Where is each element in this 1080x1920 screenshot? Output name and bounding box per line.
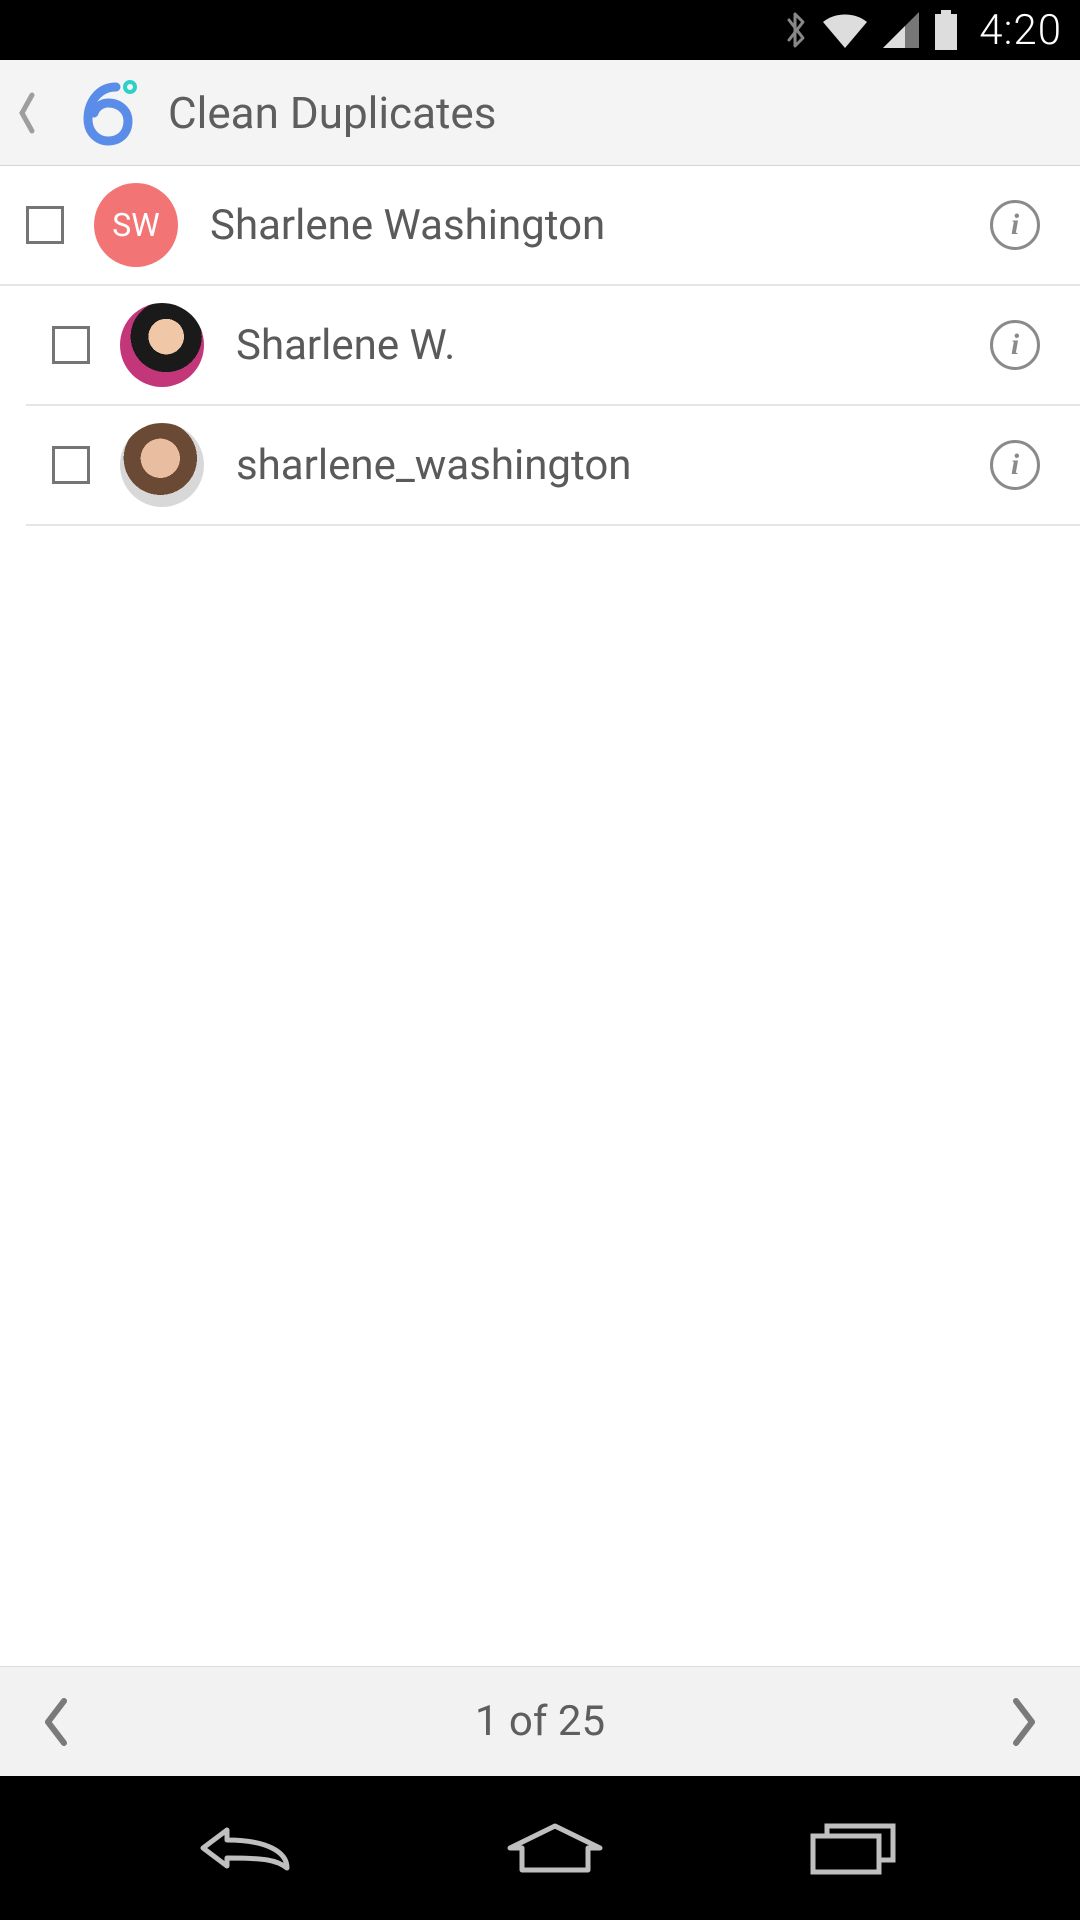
- app-bar: Clean Duplicates: [0, 60, 1080, 166]
- info-icon[interactable]: i: [990, 200, 1040, 250]
- nav-home-icon[interactable]: [500, 1818, 610, 1878]
- pager: 1 of 25: [0, 1666, 1080, 1776]
- contact-row[interactable]: SW Sharlene Washington i: [0, 166, 1080, 286]
- clock: 4:20: [979, 6, 1062, 55]
- avatar: [120, 303, 204, 387]
- nav-recent-icon[interactable]: [803, 1818, 903, 1878]
- prev-page-icon[interactable]: [40, 1695, 72, 1749]
- next-page-icon[interactable]: [1008, 1695, 1040, 1749]
- wifi-icon: [821, 10, 869, 50]
- contact-row[interactable]: sharlene_washington i: [26, 406, 1080, 526]
- page-title: Clean Duplicates: [168, 87, 496, 139]
- contact-row[interactable]: Sharlene W. i: [26, 286, 1080, 406]
- system-nav-bar: [0, 1776, 1080, 1920]
- bluetooth-icon: [783, 8, 809, 52]
- app-logo-icon: [72, 79, 140, 147]
- contact-name: Sharlene Washington: [210, 201, 990, 250]
- battery-icon: [933, 10, 959, 50]
- checkbox[interactable]: [52, 326, 90, 364]
- info-icon[interactable]: i: [990, 440, 1040, 490]
- info-icon[interactable]: i: [990, 320, 1040, 370]
- status-bar: 4:20: [0, 0, 1080, 60]
- avatar: [120, 423, 204, 507]
- nav-back-icon[interactable]: [177, 1818, 307, 1878]
- back-icon[interactable]: [10, 81, 44, 145]
- avatar: SW: [94, 183, 178, 267]
- pager-label: 1 of 25: [475, 1697, 605, 1746]
- contact-name: sharlene_washington: [236, 441, 990, 490]
- checkbox[interactable]: [26, 206, 64, 244]
- contact-name: Sharlene W.: [236, 321, 990, 370]
- checkbox[interactable]: [52, 446, 90, 484]
- signal-icon: [881, 10, 921, 50]
- contact-list: SW Sharlene Washington i Sharlene W. i s…: [0, 166, 1080, 526]
